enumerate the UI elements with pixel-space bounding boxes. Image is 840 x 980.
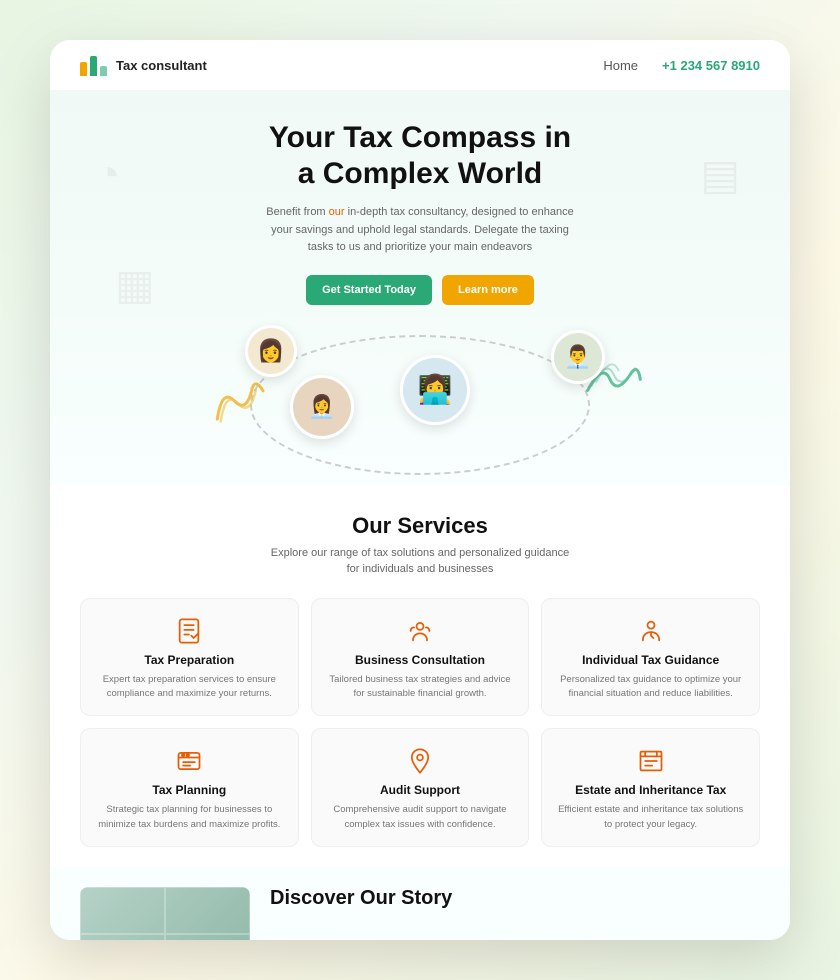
service-title-5: Estate and Inheritance Tax (556, 783, 745, 797)
discover-section: Discover Our Story (50, 867, 790, 940)
learn-more-button[interactable]: Learn more (442, 275, 534, 305)
service-title-1: Business Consultation (326, 653, 515, 667)
service-card-business-consultation: Business Consultation Tailored business … (311, 598, 530, 717)
avatar-1: 👩 (245, 325, 297, 377)
avatar-2: 👩‍💼 (290, 375, 354, 439)
tax-planning-icon (175, 747, 203, 775)
service-desc-3: Strategic tax planning for businesses to… (95, 803, 284, 832)
nav-right: Home +1 234 567 8910 (603, 58, 760, 73)
bg-doc-icon: ▤ (700, 150, 740, 199)
audit-icon (406, 747, 434, 775)
service-card-tax-planning: Tax Planning Strategic tax planning for … (80, 728, 299, 847)
business-consult-icon (406, 617, 434, 645)
bg-bar-icon: ▦ (115, 260, 155, 309)
avatar-4: 👨‍💼 (551, 330, 605, 384)
service-card-individual-tax: Individual Tax Guidance Personalized tax… (541, 598, 760, 717)
nav-phone: +1 234 567 8910 (662, 58, 760, 73)
estate-icon (637, 747, 665, 775)
service-title-2: Individual Tax Guidance (556, 653, 745, 667)
bg-chart-icon: ◔ (95, 150, 120, 198)
hero-visual: 👩 👩‍💼 👩‍💻 👨‍💼 (70, 325, 770, 465)
tax-prep-icon (175, 617, 203, 645)
service-desc-2: Personalized tax guidance to optimize yo… (556, 673, 745, 702)
discover-title: Discover Our Story (270, 887, 760, 910)
service-title-0: Tax Preparation (95, 653, 284, 667)
logo-text: Tax consultant (116, 58, 207, 73)
service-desc-4: Comprehensive audit support to navigate … (326, 803, 515, 832)
services-title: Our Services (80, 513, 760, 539)
service-card-audit: Audit Support Comprehensive audit suppor… (311, 728, 530, 847)
hero-section: ◔ ▦ ▤ Your Tax Compass in a Complex Worl… (50, 90, 790, 485)
service-desc-0: Expert tax preparation services to ensur… (95, 673, 284, 702)
service-card-tax-preparation: Tax Preparation Expert tax preparation s… (80, 598, 299, 717)
hero-subtitle: Benefit from our in-depth tax consultanc… (260, 204, 580, 257)
avatar-3: 👩‍💻 (400, 355, 470, 425)
hero-buttons: Get Started Today Learn more (70, 275, 770, 305)
get-started-button[interactable]: Get Started Today (306, 275, 432, 305)
discover-text: Discover Our Story (270, 887, 760, 914)
services-section: Our Services Explore our range of tax so… (50, 485, 790, 867)
service-title-3: Tax Planning (95, 783, 284, 797)
individual-tax-icon (637, 617, 665, 645)
logo-icon (80, 54, 108, 76)
services-grid: Tax Preparation Expert tax preparation s… (80, 598, 760, 847)
service-desc-1: Tailored business tax strategies and adv… (326, 673, 515, 702)
discover-image (80, 887, 250, 940)
service-title-4: Audit Support (326, 783, 515, 797)
squiggle-left (206, 375, 273, 433)
service-desc-5: Efficient estate and inheritance tax sol… (556, 803, 745, 832)
service-card-estate: Estate and Inheritance Tax Efficient est… (541, 728, 760, 847)
logo: Tax consultant (80, 54, 207, 76)
hero-title: Your Tax Compass in a Complex World (70, 120, 770, 192)
navbar: Tax consultant Home +1 234 567 8910 (50, 40, 790, 90)
nav-home-link[interactable]: Home (603, 58, 638, 73)
services-subtitle: Explore our range of tax solutions and p… (270, 545, 570, 578)
